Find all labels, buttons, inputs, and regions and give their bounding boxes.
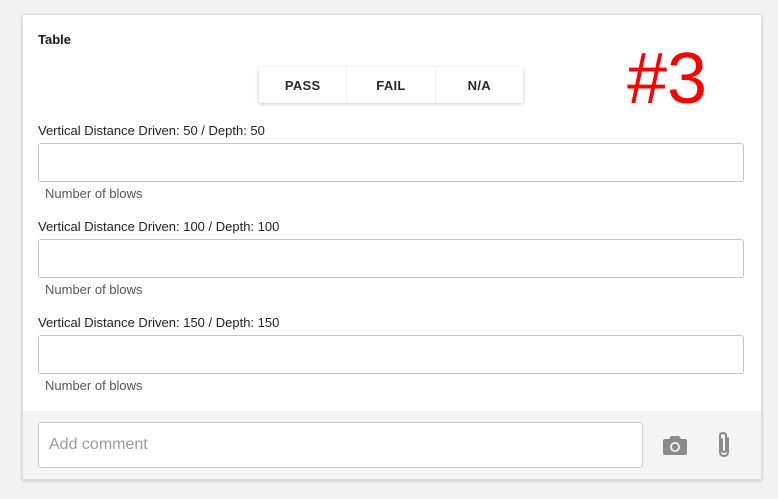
field-hint-depth-150: Number of blows	[45, 378, 143, 393]
field-label-depth-100: Vertical Distance Driven: 100 / Depth: 1…	[38, 219, 280, 234]
comment-footer	[23, 411, 761, 479]
blows-input-depth-150[interactable]	[38, 335, 744, 374]
annotation-marker: #3	[627, 39, 708, 119]
comment-input[interactable]	[38, 422, 643, 468]
paperclip-icon[interactable]	[710, 431, 738, 459]
fail-button[interactable]: FAIL	[346, 67, 434, 103]
inspection-card: Table PASS FAIL N/A #3 Vertical Distance…	[22, 14, 762, 480]
camera-icon[interactable]	[661, 431, 689, 459]
section-title: Table	[38, 32, 71, 47]
field-label-depth-150: Vertical Distance Driven: 150 / Depth: 1…	[38, 315, 280, 330]
pass-button[interactable]: PASS	[259, 67, 346, 103]
blows-input-depth-100[interactable]	[38, 239, 744, 278]
result-toggle: PASS FAIL N/A	[259, 67, 523, 103]
field-hint-depth-100: Number of blows	[45, 282, 143, 297]
field-label-depth-50: Vertical Distance Driven: 50 / Depth: 50	[38, 123, 265, 138]
blows-input-depth-50[interactable]	[38, 143, 744, 182]
na-button[interactable]: N/A	[434, 67, 523, 103]
field-hint-depth-50: Number of blows	[45, 186, 143, 201]
